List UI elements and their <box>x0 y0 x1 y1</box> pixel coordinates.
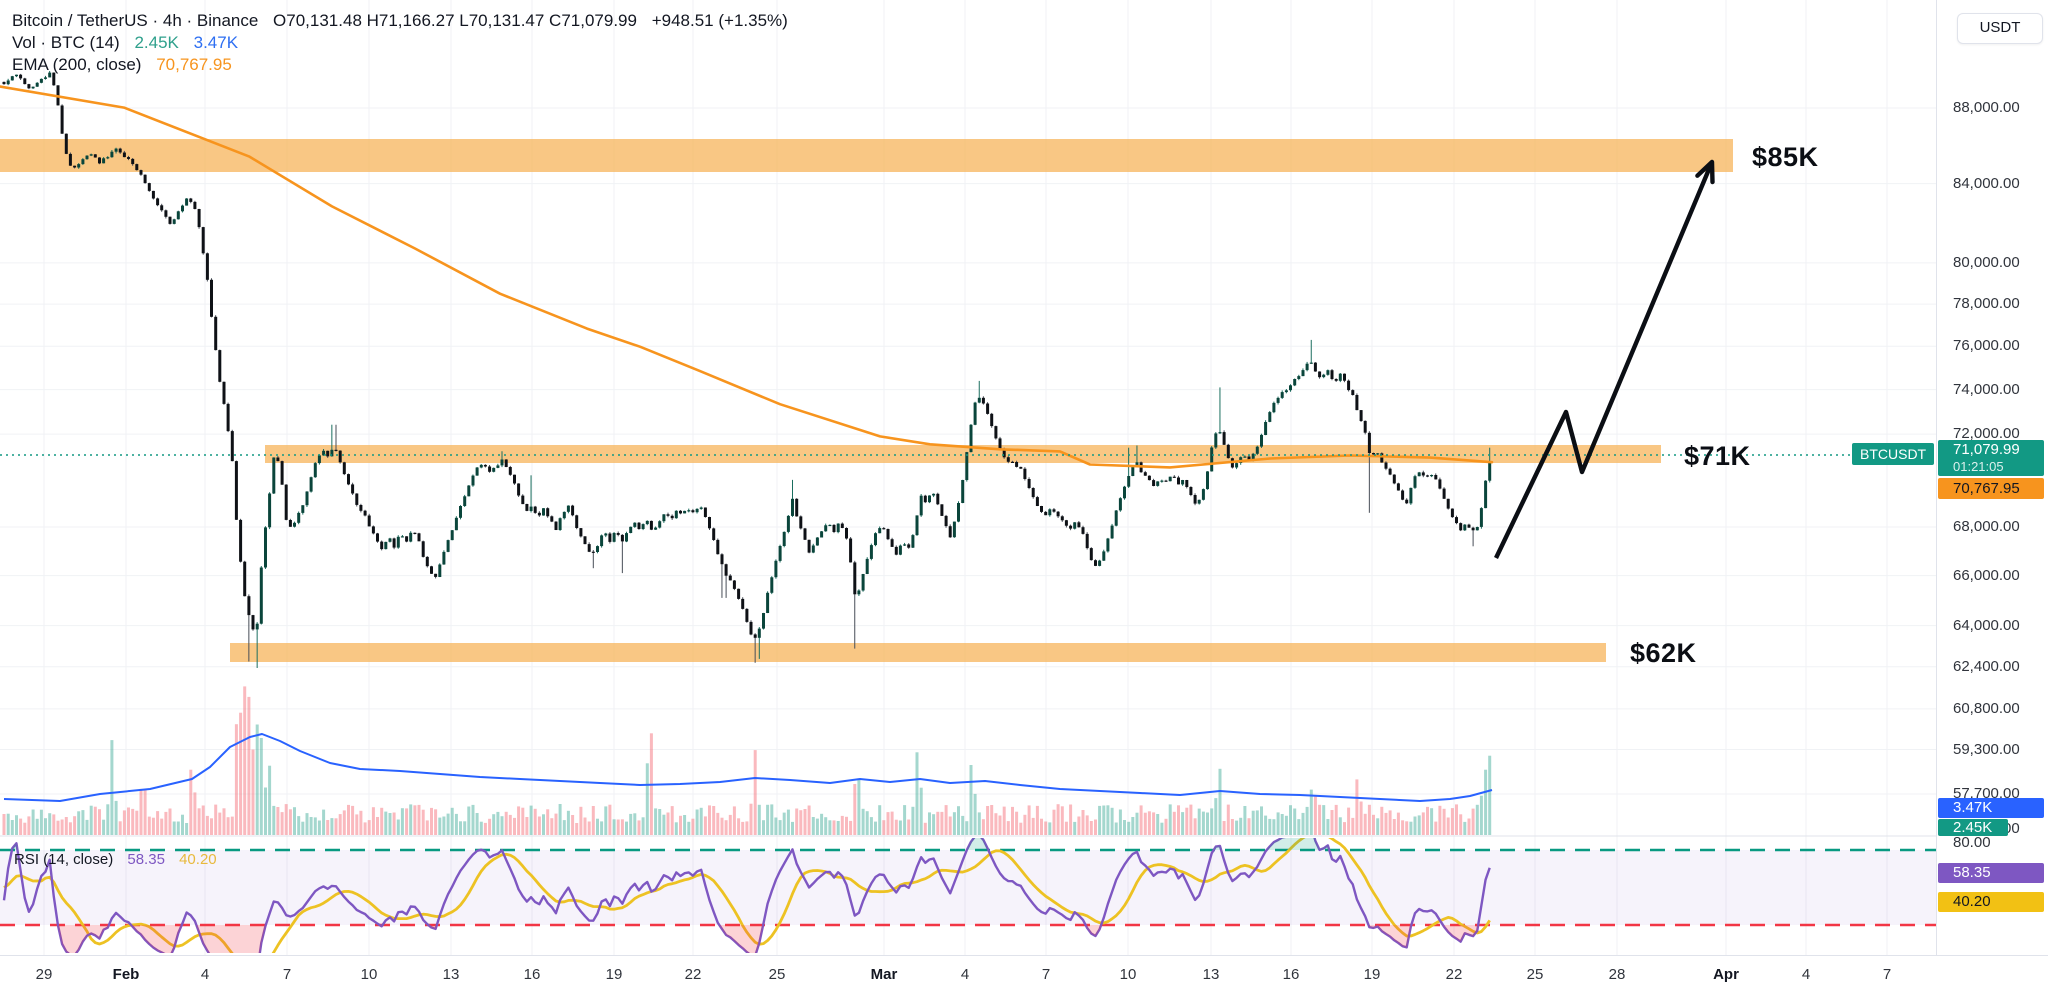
symbol-title: Bitcoin / TetherUS · 4h · Binance <box>12 11 259 30</box>
volume-label: Vol · BTC (14) <box>12 33 120 52</box>
ohlc-values: O70,131.48 H71,166.27 L70,131.47 C71,079… <box>273 11 637 30</box>
chart-surface[interactable] <box>0 0 1936 955</box>
time-axis-label: Feb <box>112 966 140 983</box>
time-axis-label: 19 <box>1363 966 1381 983</box>
price-axis-label: 74,000.00 <box>1953 381 2020 398</box>
level-label-85k[interactable]: $85K <box>1752 142 1819 173</box>
price-axis-label: 88,000.00 <box>1953 99 2020 116</box>
time-axis-label: Apr <box>1713 966 1739 983</box>
level-label-62k[interactable]: $62K <box>1630 638 1697 669</box>
time-axis-label: Mar <box>870 966 898 983</box>
rsi-ma-value: 40.20 <box>179 851 217 868</box>
ema-value: 70,767.95 <box>156 55 232 74</box>
rsi-legend-row[interactable]: RSI (14, close) 58.35 40.20 <box>14 851 217 868</box>
price-axis-label: 68,000.00 <box>1953 518 2020 535</box>
time-axis[interactable] <box>0 955 2048 993</box>
price-axis-label: 84,000.00 <box>1953 175 2020 192</box>
time-axis-label: 7 <box>282 966 292 983</box>
price-axis-label: 66,000.00 <box>1953 567 2020 584</box>
time-axis-label: 16 <box>523 966 541 983</box>
time-axis-label: 10 <box>1119 966 1137 983</box>
time-axis-label: 25 <box>768 966 786 983</box>
rsi-value-badge: 58.35 <box>1938 863 2044 883</box>
time-axis-label: 7 <box>1882 966 1892 983</box>
change-value: +948.51 (+1.35%) <box>651 11 788 30</box>
time-axis-label: 22 <box>1445 966 1463 983</box>
time-axis-label: 10 <box>360 966 378 983</box>
time-axis-label: 13 <box>1202 966 1220 983</box>
rsi-ma-badge: 40.20 <box>1938 892 2044 912</box>
time-axis-label: 4 <box>1801 966 1811 983</box>
time-axis-label: 28 <box>1608 966 1626 983</box>
price-axis-label: 60,800.00 <box>1953 700 2020 717</box>
bar-countdown: 01:21:05 <box>1953 459 2004 474</box>
last-price-badge: 71,079.99 01:21:05 <box>1938 440 2044 476</box>
legend-volume-row[interactable]: Vol · BTC (14) 2.45K 3.47K <box>12 32 788 54</box>
time-axis-label: 4 <box>200 966 210 983</box>
legend-symbol-row[interactable]: Bitcoin / TetherUS · 4h · Binance O70,13… <box>12 10 788 32</box>
time-axis-label: 19 <box>605 966 623 983</box>
rsi-axis-label: 80.00 <box>1953 834 1991 851</box>
time-axis-label: 25 <box>1526 966 1544 983</box>
currency-toggle-button[interactable]: USDT <box>1957 13 2043 44</box>
legend: Bitcoin / TetherUS · 4h · Binance O70,13… <box>12 10 788 76</box>
symbol-price-tag: BTCUSDT <box>1852 443 1935 465</box>
volume-value-badge: 2.45K <box>1938 819 2008 836</box>
volume-ma-badge: 3.47K <box>1938 798 2044 818</box>
ema-price-badge: 70,767.95 <box>1938 478 2044 499</box>
price-axis-label: 64,000.00 <box>1953 617 2020 634</box>
price-axis-label: 76,000.00 <box>1953 337 2020 354</box>
legend-ema-row[interactable]: EMA (200, close) 70,767.95 <box>12 54 788 76</box>
price-axis-label: 59,300.00 <box>1953 741 2020 758</box>
time-axis-label: 22 <box>684 966 702 983</box>
chart-window: Bitcoin / TetherUS · 4h · Binance O70,13… <box>0 0 2048 993</box>
rsi-label: RSI (14, close) <box>14 851 114 868</box>
rsi-value: 58.35 <box>127 851 165 868</box>
price-axis-label: 78,000.00 <box>1953 295 2020 312</box>
level-label-71k[interactable]: $71K <box>1684 441 1751 472</box>
price-axis-label: 80,000.00 <box>1953 254 2020 271</box>
time-axis-label: 4 <box>960 966 970 983</box>
time-axis-label: 29 <box>35 966 53 983</box>
ema-label: EMA (200, close) <box>12 55 142 74</box>
time-axis-label: 7 <box>1041 966 1051 983</box>
time-axis-label: 16 <box>1282 966 1300 983</box>
last-price-value: 71,079.99 <box>1953 441 2020 458</box>
price-axis-label: 62,400.00 <box>1953 658 2020 675</box>
volume-value-teal: 2.45K <box>134 33 179 52</box>
volume-value-blue: 3.47K <box>193 33 239 52</box>
time-axis-label: 13 <box>442 966 460 983</box>
